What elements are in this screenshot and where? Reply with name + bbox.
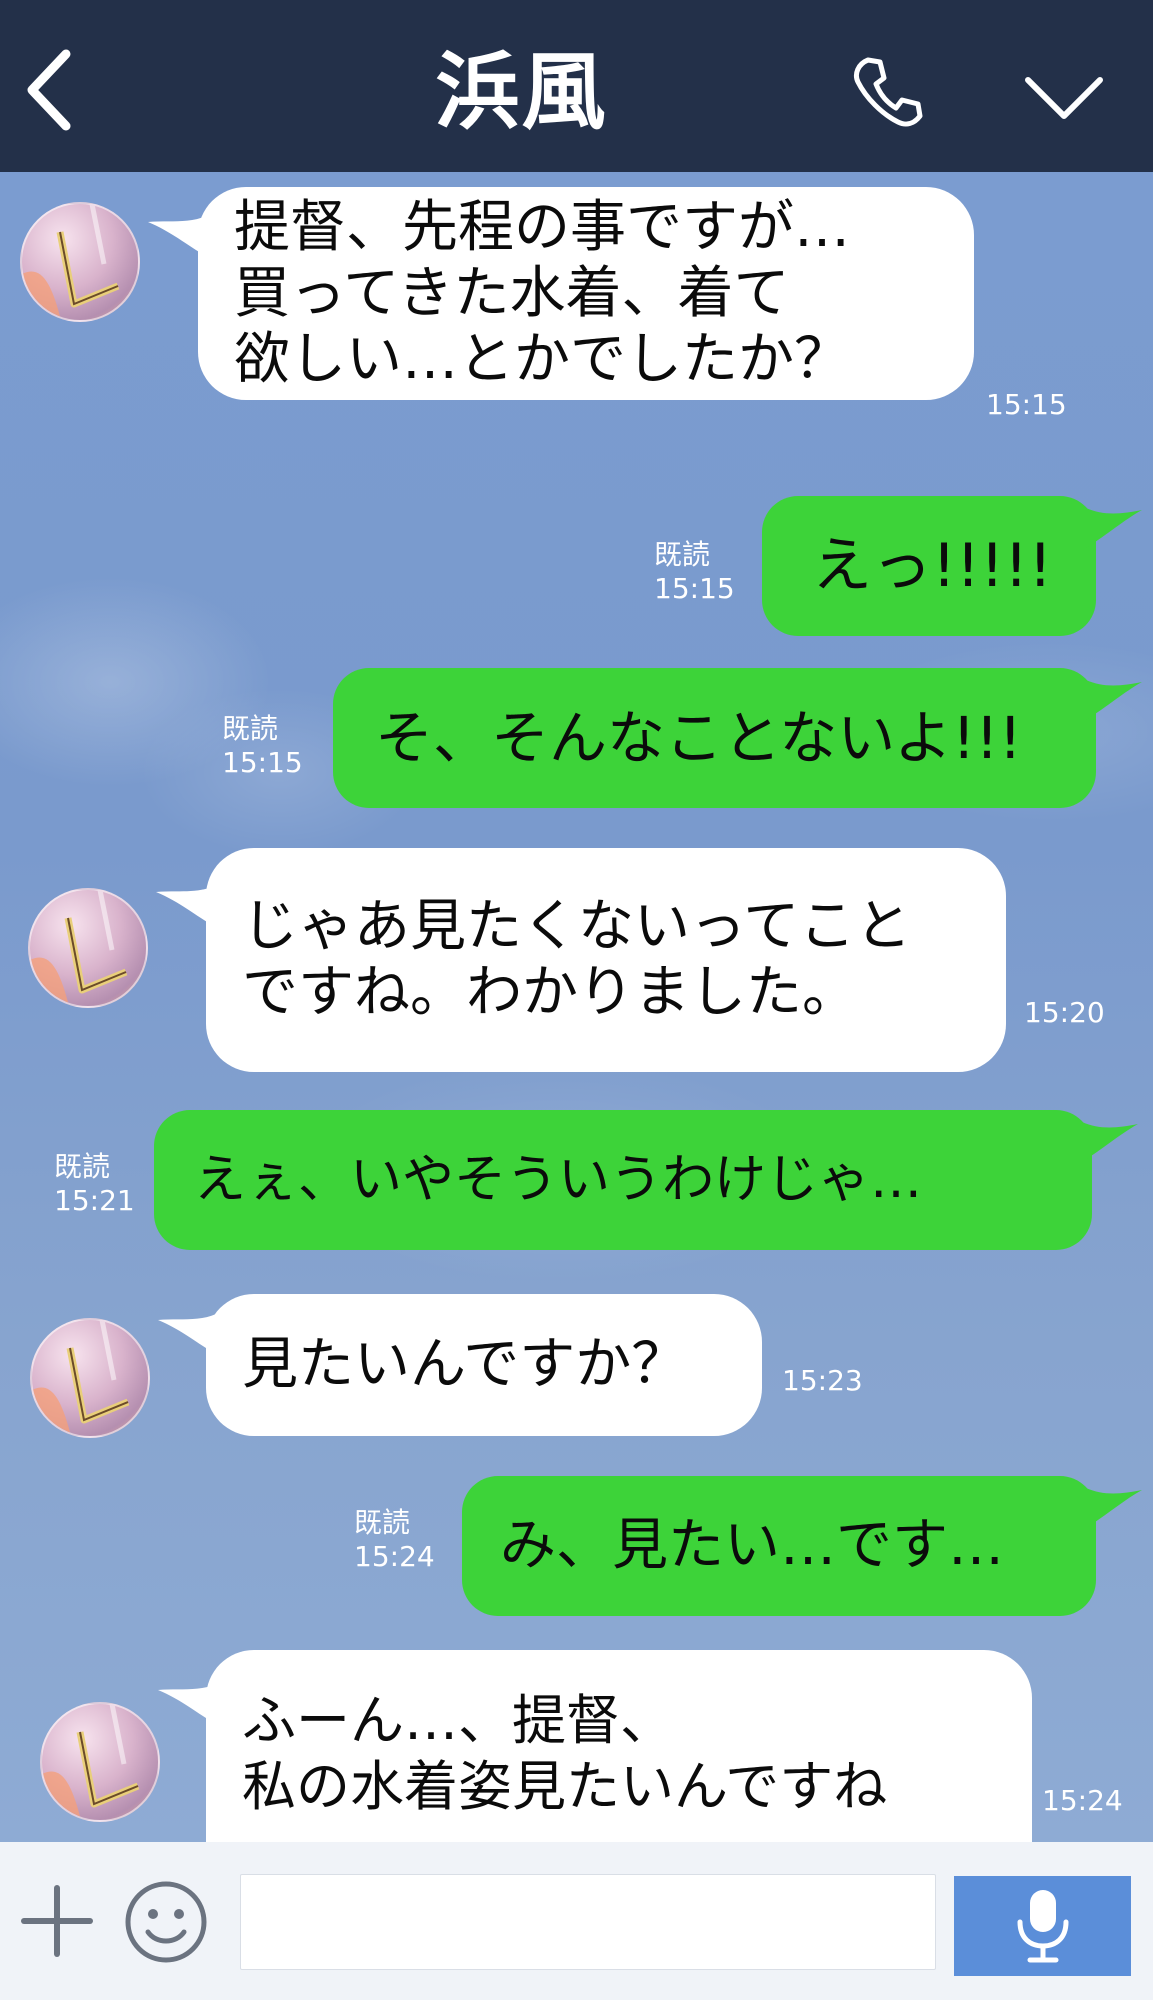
add-button[interactable] [18, 1882, 96, 1960]
message-text: み、見たい…です… [500, 1513, 1004, 1578]
avatar[interactable] [28, 888, 148, 1008]
message-text: ふーん…、提督、 私の水着姿見たいんですね [242, 1689, 888, 1818]
message-time: 15:15 [222, 746, 303, 779]
message-time: 15:20 [1024, 996, 1105, 1029]
bubble-tail [1086, 680, 1142, 720]
avatar[interactable] [30, 1318, 150, 1438]
message-text: じゃあ見たくないってこと ですね。わかりました。 [242, 894, 912, 1025]
avatar-image [32, 1320, 130, 1436]
read-label: 既読 [654, 538, 711, 571]
chat-header: 浜風 [0, 0, 1153, 172]
message-text: そ、そんなことないよ!!! [375, 704, 1022, 772]
message-text: 見たいんですか？ [242, 1332, 688, 1397]
plus-icon [21, 1885, 93, 1957]
call-button[interactable] [848, 52, 928, 132]
message-bubble-outgoing[interactable]: そ、そんなことないよ!!! [333, 668, 1096, 808]
phone-icon [853, 57, 923, 127]
read-receipt: 既読 15:15 [222, 712, 303, 780]
mic-icon [1017, 1890, 1068, 1963]
chevron-down-icon [1025, 77, 1103, 119]
message-bubble-outgoing[interactable]: えっ!!!!! [762, 496, 1096, 636]
voice-button[interactable] [954, 1876, 1131, 1976]
message-text: えぇ、いやそういうわけじゃ… [194, 1150, 923, 1210]
message-time: 15:24 [354, 1540, 435, 1573]
message-input-bar [0, 1842, 1153, 2000]
bubble-tail [1086, 1488, 1142, 1528]
avatar-image [22, 204, 120, 320]
read-receipt: 既読 15:15 [654, 538, 735, 606]
message-text: 提督、先程の事ですが… 買ってきた水着、着て 欲しい…とかでしたか？ [234, 194, 850, 392]
message-input[interactable] [240, 1874, 936, 1970]
avatar-image [42, 1704, 140, 1820]
message-time: 15:24 [1042, 1784, 1123, 1817]
avatar-image [30, 890, 128, 1006]
read-label: 既読 [354, 1506, 411, 1539]
message-bubble-outgoing[interactable]: えぇ、いやそういうわけじゃ… [154, 1110, 1092, 1250]
message-time: 15:15 [654, 572, 735, 605]
message-bubble-incoming[interactable]: 見たいんですか？ [206, 1294, 762, 1436]
emoji-button[interactable] [122, 1878, 210, 1966]
avatar[interactable] [40, 1702, 160, 1822]
bubble-tail [1086, 508, 1142, 548]
avatar[interactable] [20, 202, 140, 322]
message-bubble-incoming[interactable]: じゃあ見たくないってこと ですね。わかりました。 [206, 848, 1006, 1072]
message-time: 15:15 [986, 388, 1067, 421]
message-bubble-incoming[interactable]: 提督、先程の事ですが… 買ってきた水着、着て 欲しい…とかでしたか？ [198, 187, 974, 400]
message-text: えっ!!!!! [812, 531, 1053, 601]
menu-toggle[interactable] [1022, 72, 1106, 124]
read-label: 既読 [54, 1150, 111, 1183]
bubble-tail [1082, 1122, 1138, 1162]
smile-icon [125, 1881, 207, 1963]
message-bubble-outgoing[interactable]: み、見たい…です… [462, 1476, 1096, 1616]
message-time: 15:21 [54, 1184, 135, 1217]
message-bubble-incoming[interactable]: ふーん…、提督、 私の水着姿見たいんですね [206, 1650, 1032, 1842]
read-receipt: 既読 15:21 [54, 1150, 135, 1218]
read-receipt: 既読 15:24 [354, 1506, 435, 1574]
message-time: 15:23 [782, 1364, 863, 1397]
read-label: 既読 [222, 712, 279, 745]
chat-title: 浜風 [435, 43, 608, 141]
chat-area[interactable]: 提督、先程の事ですが… 買ってきた水着、着て 欲しい…とかでしたか？ 15:15… [0, 172, 1153, 1842]
